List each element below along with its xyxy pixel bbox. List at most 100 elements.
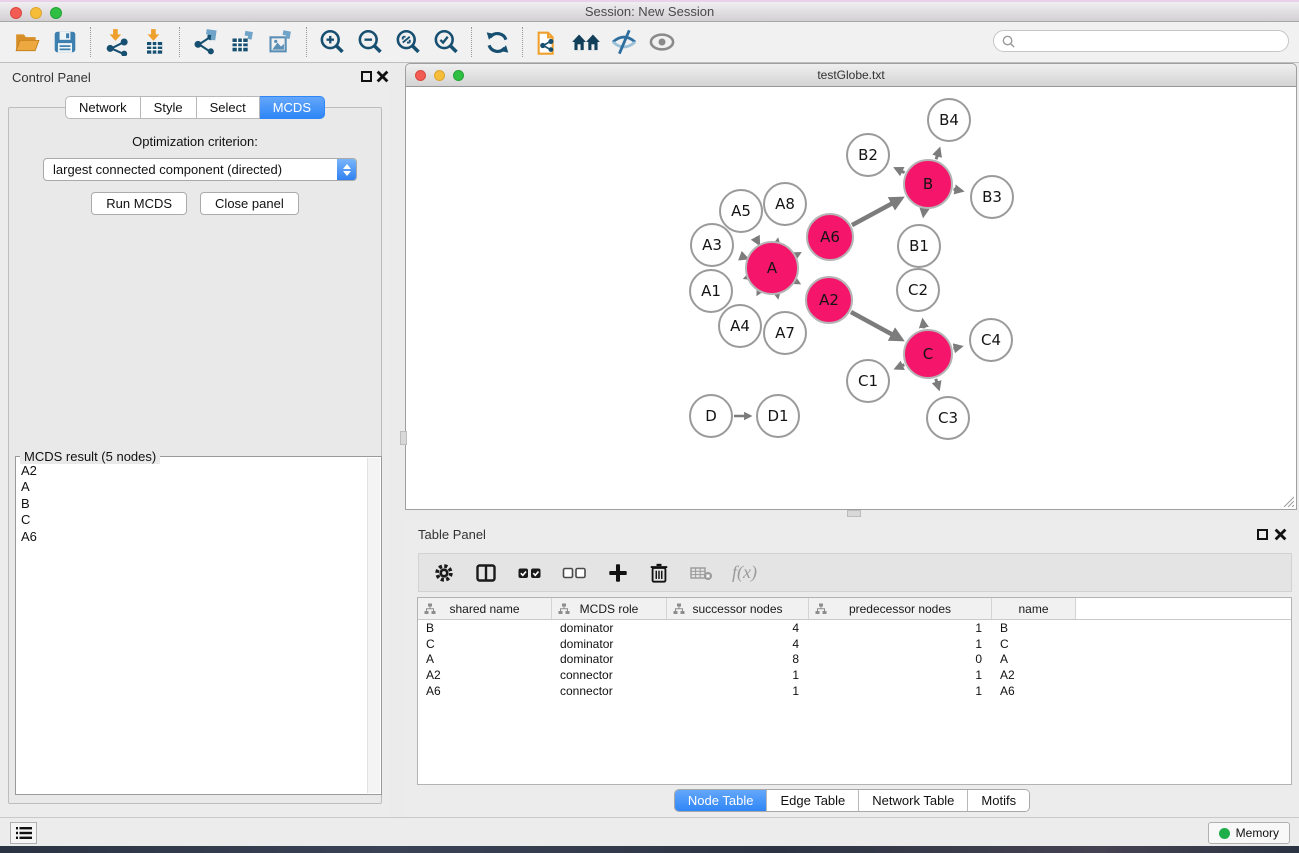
result-item[interactable]: B bbox=[21, 496, 381, 512]
tab-network-table[interactable]: Network Table bbox=[858, 790, 967, 811]
show-graphics-details-button[interactable] bbox=[643, 25, 681, 59]
create-column-button[interactable] bbox=[607, 562, 629, 584]
cell-successor-nodes[interactable]: 4 bbox=[667, 637, 809, 651]
run-mcds-button[interactable]: Run MCDS bbox=[91, 192, 187, 215]
graph-edge-B-B2[interactable] bbox=[896, 168, 905, 172]
result-item[interactable]: A bbox=[21, 479, 381, 495]
cell-predecessor-nodes[interactable]: 0 bbox=[809, 652, 992, 666]
optimization-criterion-select[interactable]: largest connected component (directed) bbox=[43, 158, 357, 181]
table-row-A6[interactable]: A6connector11A6 bbox=[418, 683, 1291, 699]
show-columns-button[interactable] bbox=[474, 561, 498, 585]
table-row-C[interactable]: Cdominator41C bbox=[418, 636, 1291, 652]
graph-edge-B-B1[interactable] bbox=[923, 210, 924, 216]
open-session-button[interactable] bbox=[8, 25, 46, 59]
graph-edge-A2-C[interactable] bbox=[851, 312, 901, 339]
zoom-in-button[interactable] bbox=[313, 25, 351, 59]
import-network-button[interactable] bbox=[97, 25, 135, 59]
function-builder-button[interactable]: f(x) bbox=[732, 562, 757, 583]
graph-edge-A-A2[interactable] bbox=[796, 282, 798, 283]
close-panel-icon[interactable] bbox=[376, 70, 389, 83]
result-item[interactable]: A6 bbox=[21, 529, 381, 545]
column-header-successor-nodes[interactable]: successor nodes bbox=[667, 598, 809, 619]
network-minimize-button[interactable] bbox=[434, 70, 445, 81]
toggle-details-button[interactable] bbox=[605, 25, 643, 59]
zoom-window-button[interactable] bbox=[50, 7, 62, 19]
memory-button[interactable]: Memory bbox=[1208, 822, 1290, 844]
delete-column-button[interactable] bbox=[648, 562, 670, 584]
window-resize-grip[interactable] bbox=[1281, 494, 1294, 507]
cell-shared-name[interactable]: A6 bbox=[418, 684, 552, 698]
tab-style[interactable]: Style bbox=[141, 96, 197, 119]
export-image-button[interactable] bbox=[262, 25, 300, 59]
cell-shared-name[interactable]: A2 bbox=[418, 668, 552, 682]
table-row-B[interactable]: Bdominator41B bbox=[418, 620, 1291, 636]
close-window-button[interactable] bbox=[10, 7, 22, 19]
table-options-button[interactable] bbox=[433, 562, 455, 584]
tab-node-table[interactable]: Node Table bbox=[675, 790, 767, 811]
tab-edge-table[interactable]: Edge Table bbox=[766, 790, 858, 811]
graph-edge-C-C4[interactable] bbox=[953, 347, 960, 349]
cell-name[interactable]: B bbox=[992, 621, 1076, 635]
close-table-panel-icon[interactable] bbox=[1274, 528, 1287, 541]
column-header-shared-name[interactable]: shared name bbox=[418, 598, 552, 619]
zoom-fit-button[interactable] bbox=[389, 25, 427, 59]
vertical-scrollbar-stub[interactable] bbox=[400, 431, 407, 445]
tab-motifs[interactable]: Motifs bbox=[967, 790, 1029, 811]
new-network-from-file-button[interactable] bbox=[529, 25, 567, 59]
result-item[interactable]: A2 bbox=[21, 463, 381, 479]
cell-successor-nodes[interactable]: 1 bbox=[667, 684, 809, 698]
export-table-button[interactable] bbox=[224, 25, 262, 59]
graph-edge-C-C2[interactable] bbox=[923, 321, 924, 329]
column-header-name[interactable]: name bbox=[992, 598, 1076, 619]
cell-MCDS-role[interactable]: dominator bbox=[552, 652, 667, 666]
search-box[interactable] bbox=[993, 30, 1289, 52]
network-zoom-button[interactable] bbox=[453, 70, 464, 81]
graph-edge-B-B3[interactable] bbox=[953, 189, 961, 191]
save-session-button[interactable] bbox=[46, 25, 84, 59]
network-window-titlebar[interactable]: testGlobe.txt bbox=[405, 63, 1297, 87]
cell-name[interactable]: C bbox=[992, 637, 1076, 651]
cell-shared-name[interactable]: B bbox=[418, 621, 552, 635]
horizontal-scrollbar-stub[interactable] bbox=[847, 510, 861, 517]
minimize-window-button[interactable] bbox=[30, 7, 42, 19]
home-view-button[interactable] bbox=[567, 25, 605, 59]
table-row-A2[interactable]: A2connector11A2 bbox=[418, 667, 1291, 683]
cell-MCDS-role[interactable]: dominator bbox=[552, 637, 667, 651]
search-input[interactable] bbox=[1016, 34, 1266, 48]
import-table-button[interactable] bbox=[135, 25, 173, 59]
result-item[interactable]: C bbox=[21, 512, 381, 528]
result-scrollbar[interactable] bbox=[367, 458, 380, 793]
zoom-selected-button[interactable] bbox=[427, 25, 465, 59]
cell-name[interactable]: A2 bbox=[992, 668, 1076, 682]
zoom-out-button[interactable] bbox=[351, 25, 389, 59]
cell-MCDS-role[interactable]: dominator bbox=[552, 621, 667, 635]
export-network-button[interactable] bbox=[186, 25, 224, 59]
graph-edge-A-A6[interactable] bbox=[797, 253, 799, 254]
table-row-A[interactable]: Adominator80A bbox=[418, 652, 1291, 668]
cell-shared-name[interactable]: C bbox=[418, 637, 552, 651]
cell-predecessor-nodes[interactable]: 1 bbox=[809, 668, 992, 682]
deselect-all-button[interactable] bbox=[562, 562, 588, 584]
cell-name[interactable]: A6 bbox=[992, 684, 1076, 698]
cell-successor-nodes[interactable]: 4 bbox=[667, 621, 809, 635]
close-panel-button[interactable]: Close panel bbox=[200, 192, 299, 215]
column-header-predecessor-nodes[interactable]: predecessor nodes bbox=[809, 598, 992, 619]
graph-edge-C-C3[interactable] bbox=[936, 379, 939, 389]
cell-MCDS-role[interactable]: connector bbox=[552, 684, 667, 698]
tab-network[interactable]: Network bbox=[65, 96, 141, 119]
cell-name[interactable]: A bbox=[992, 652, 1076, 666]
network-canvas[interactable]: ABCA2A6A1A3A4A5A7A8B1B2B3B4C1C2C3C4DD1 bbox=[405, 87, 1297, 510]
column-header-MCDS-role[interactable]: MCDS role bbox=[552, 598, 667, 619]
float-table-panel-icon[interactable] bbox=[1257, 529, 1268, 540]
select-all-button[interactable] bbox=[517, 562, 543, 584]
cell-successor-nodes[interactable]: 8 bbox=[667, 652, 809, 666]
cell-shared-name[interactable]: A bbox=[418, 652, 552, 666]
network-close-button[interactable] bbox=[415, 70, 426, 81]
graph-edge-A6-B[interactable] bbox=[852, 199, 901, 225]
task-history-button[interactable] bbox=[10, 822, 37, 844]
graph-edge-B-B4[interactable] bbox=[936, 149, 939, 159]
graph-edge-C-C1[interactable] bbox=[896, 365, 904, 369]
cell-predecessor-nodes[interactable]: 1 bbox=[809, 684, 992, 698]
cell-predecessor-nodes[interactable]: 1 bbox=[809, 637, 992, 651]
tab-mcds[interactable]: MCDS bbox=[260, 96, 325, 119]
